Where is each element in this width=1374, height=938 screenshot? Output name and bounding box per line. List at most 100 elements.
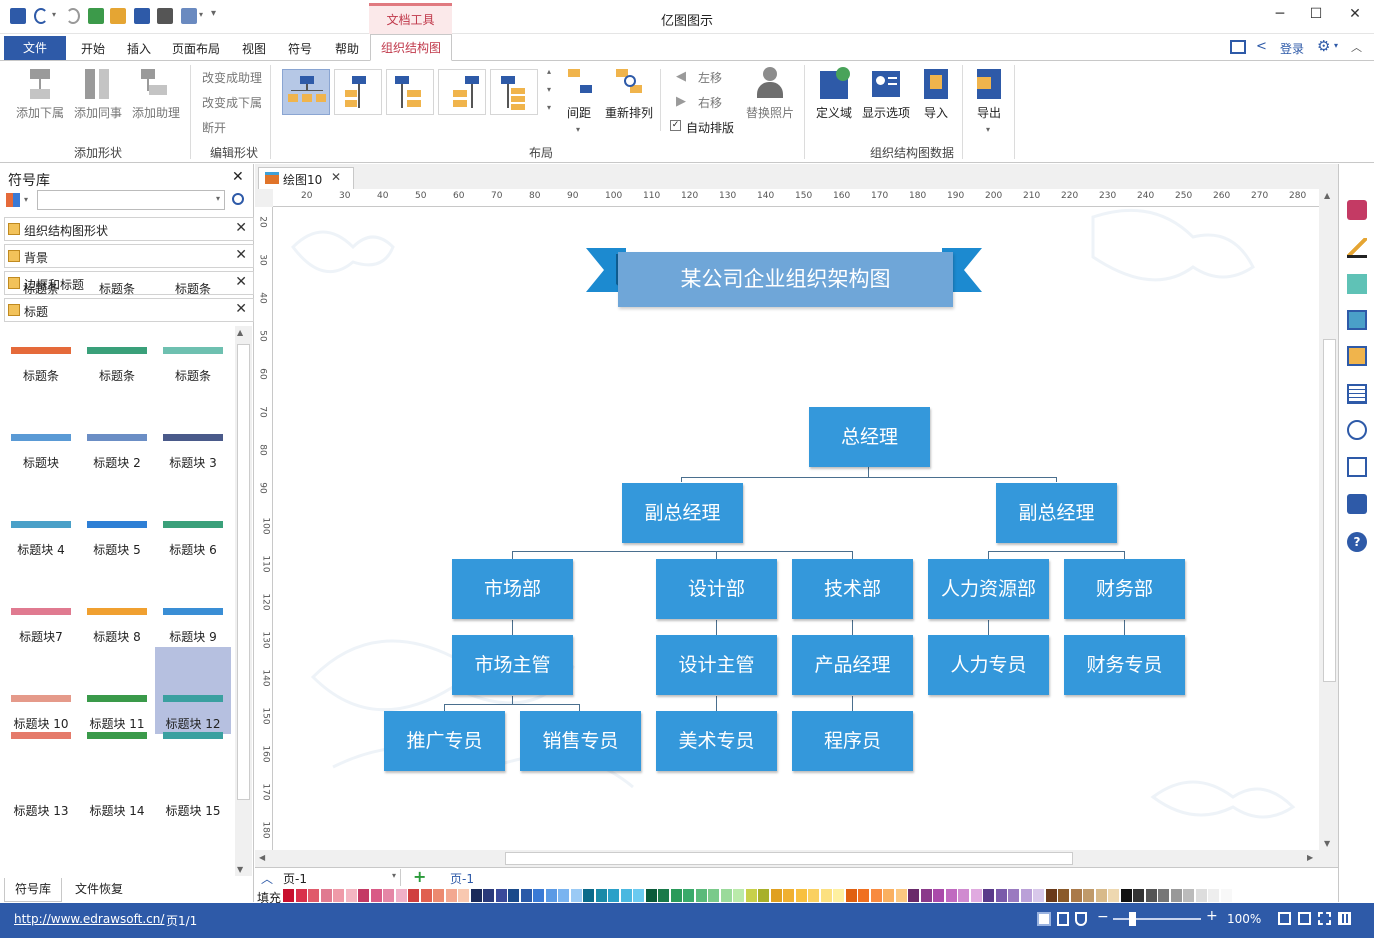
color-swatch[interactable] [1083,889,1094,902]
color-swatch[interactable] [1070,889,1082,902]
login-link[interactable]: 登录 [1280,40,1304,57]
color-swatch[interactable] [370,889,382,902]
layout-scroll-up-icon[interactable]: ▴ [547,67,551,76]
color-swatch[interactable] [895,889,907,902]
color-swatch[interactable] [558,889,569,902]
color-swatch[interactable] [795,889,807,902]
color-swatch[interactable] [470,889,482,902]
spacing-dropdown-icon[interactable]: ▾ [576,125,580,134]
canvas-vertical-scrollbar[interactable]: ▲ ▼ [1321,189,1338,850]
symbol-item[interactable]: 标题块 5 [79,473,155,560]
line-tool-icon[interactable] [1347,238,1367,258]
symbol-item[interactable]: 标题条 [79,299,155,386]
layout-style-1-button[interactable] [282,69,330,115]
add-assistant-label[interactable]: 添加助理 [132,104,180,121]
change-to-assistant-button[interactable]: 改变成助理 [202,69,262,86]
color-swatch[interactable] [1170,889,1182,902]
org-node-vp-right[interactable]: 副总经理 [996,483,1117,543]
settings-dropdown-icon[interactable]: ▾ [1334,41,1338,50]
symbol-search-input[interactable]: ▾ [37,190,225,210]
symbol-item[interactable]: 标题块 6 [155,473,231,560]
library-row-background[interactable]: 背景 ✕ [4,244,254,268]
color-swatch[interactable] [720,889,732,902]
color-swatch[interactable] [1020,889,1032,902]
menu-org-chart[interactable]: 组织结构图 [370,34,452,61]
color-swatch[interactable] [845,889,857,902]
replace-photo-icon[interactable] [756,67,784,101]
color-swatch[interactable] [1183,889,1194,902]
library-close-icon[interactable]: ✕ [235,274,247,290]
auto-layout-checkbox[interactable]: ✓ [670,120,681,131]
color-swatch[interactable] [1158,889,1169,902]
color-swatch[interactable] [983,889,994,902]
color-swatch[interactable] [970,889,982,902]
export-icon[interactable] [977,69,1001,99]
color-swatch[interactable] [570,889,582,902]
color-swatch[interactable] [420,889,432,902]
color-swatch[interactable] [808,889,819,902]
org-node-dept-hr[interactable]: 人力资源部 [928,559,1049,619]
library-close-icon[interactable]: ✕ [235,301,247,317]
page-select-dropdown-icon[interactable]: ▾ [392,871,396,880]
view-web-icon[interactable] [1075,912,1087,926]
color-swatch[interactable] [508,889,519,902]
fit-page-icon[interactable] [1278,912,1291,925]
layout-style-3-button[interactable] [386,69,434,115]
color-swatch[interactable] [1058,889,1069,902]
color-swatch[interactable] [933,889,944,902]
color-swatch[interactable] [670,889,682,902]
color-swatch[interactable] [433,889,444,902]
color-swatch[interactable] [770,889,782,902]
symbol-scrollbar[interactable]: ▲ ▼ [235,326,252,876]
color-swatch[interactable] [608,889,619,902]
color-swatch[interactable] [583,889,594,902]
symbol-item[interactable]: 标题块 14 [79,732,155,821]
symbol-item[interactable]: 标题块 2 [79,386,155,473]
page-list-icon[interactable] [1347,384,1367,404]
share-screen-icon[interactable] [1230,40,1246,54]
color-swatch[interactable] [495,889,507,902]
symbol-item[interactable]: 标题块 15 [155,732,231,821]
zoom-level[interactable]: 100% [1227,912,1261,926]
hyperlink-icon[interactable] [1347,420,1367,440]
color-swatch[interactable] [595,889,607,902]
collapse-ribbon-icon[interactable]: ︿ [1351,39,1362,55]
rearrange-icon[interactable] [616,69,642,99]
spacing-icon[interactable] [568,69,594,99]
symbol-item[interactable]: 标题块 12 [155,647,231,734]
color-swatch[interactable] [458,889,469,902]
color-swatch[interactable] [833,889,844,902]
move-right-icon[interactable]: ▶ [676,94,686,109]
color-swatch[interactable] [1208,889,1219,902]
add-assistant-icon[interactable] [141,69,167,103]
help-icon[interactable]: ? [1347,532,1367,552]
color-swatch[interactable] [295,889,307,902]
library-menu-dropdown-icon[interactable]: ▾ [24,195,28,204]
symbol-item[interactable]: 标题块 13 [3,732,79,821]
scroll-down-icon[interactable]: ▼ [237,865,243,874]
color-swatch[interactable] [1095,889,1107,902]
presentation-icon[interactable] [1338,912,1351,925]
website-link[interactable]: http://www.edrawsoft.cn/ [14,912,164,926]
image-tool-icon[interactable] [1347,310,1367,330]
color-swatch[interactable] [483,889,494,902]
layout-style-4-button[interactable] [438,69,486,115]
menu-view[interactable]: 视图 [242,40,266,57]
page-nav-up-icon[interactable]: ︿ [261,870,273,887]
color-swatch[interactable] [520,889,532,902]
org-node-hr-specialist[interactable]: 人力专员 [928,635,1049,695]
close-button[interactable]: ✕ [1345,6,1365,22]
page-select[interactable]: 页-1 ▾ [281,869,401,886]
library-menu-icon[interactable] [6,193,20,207]
org-node-promotion[interactable]: 推广专员 [384,711,505,771]
attachment-icon[interactable] [1347,457,1367,477]
page-tab-1[interactable]: 页-1 [450,870,474,887]
color-swatch[interactable] [545,889,557,902]
org-node-dept-market[interactable]: 市场部 [452,559,573,619]
color-swatch[interactable] [1033,889,1044,902]
org-chart-title[interactable]: 某公司企业组织架构图 [618,252,953,307]
org-node-dept-finance[interactable]: 财务部 [1064,559,1185,619]
symbol-item[interactable]: 标题块 9 [155,560,231,647]
color-swatch[interactable] [645,889,657,902]
color-swatch[interactable] [283,889,294,902]
